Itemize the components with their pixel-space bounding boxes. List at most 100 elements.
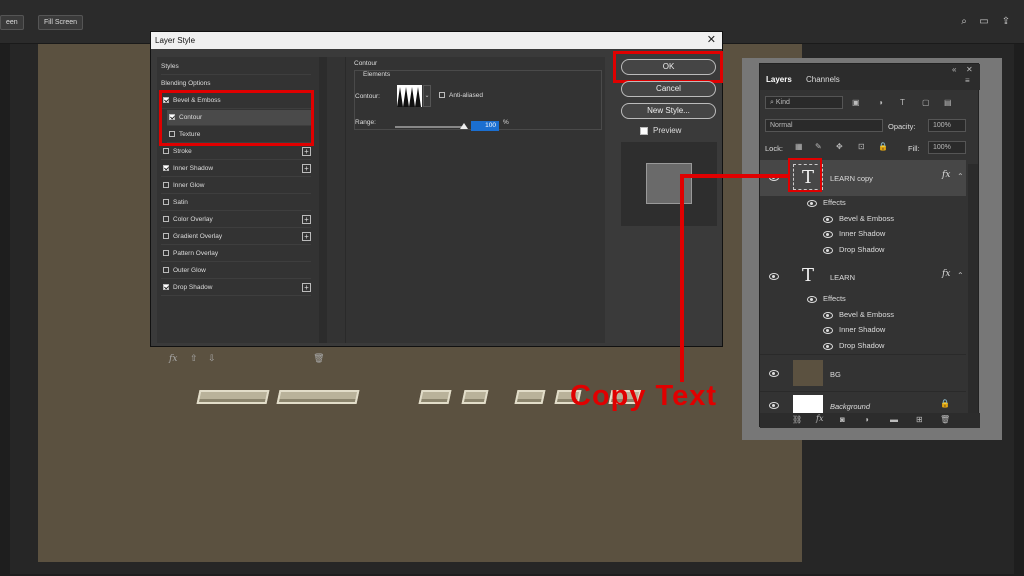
layers-scrollbar[interactable] <box>968 164 978 414</box>
fit-screen-button[interactable]: een <box>0 15 24 30</box>
fx-icon[interactable]: fx <box>942 269 950 279</box>
checkbox-checked[interactable] <box>163 165 169 171</box>
image-filter-icon[interactable]: ▣ <box>852 98 860 107</box>
trash-icon[interactable]: 🗑 <box>313 353 324 363</box>
annotation-label: Copy Text <box>570 380 718 412</box>
add-color-overlay-icon[interactable]: + <box>302 215 311 224</box>
close-icon[interactable]: ✕ <box>966 65 973 74</box>
contour-thumbnail[interactable] <box>397 85 422 107</box>
link-icon[interactable]: ⛓ <box>792 415 802 424</box>
layer-name[interactable]: Background <box>830 402 870 411</box>
effect-inner-shadow[interactable]: Inner Shadow <box>839 325 885 334</box>
effect-drop-shadow[interactable]: Drop Shadow <box>839 245 884 254</box>
chevron-down-icon[interactable]: ⌄ <box>423 85 431 107</box>
visibility-eye-icon[interactable] <box>807 200 817 207</box>
lock-pixels-icon[interactable]: ▦ <box>795 142 803 151</box>
range-slider-track[interactable] <box>395 126 465 128</box>
drop-shadow-item[interactable]: Drop Shadow + <box>161 280 311 296</box>
effect-bevel-emboss[interactable]: Bevel & Emboss <box>839 310 894 319</box>
range-slider-knob[interactable] <box>460 123 468 129</box>
visibility-eye-icon[interactable] <box>807 296 817 303</box>
pattern-overlay-item[interactable]: Pattern Overlay <box>161 246 311 262</box>
add-stroke-icon[interactable]: + <box>302 147 311 156</box>
add-drop-shadow-icon[interactable]: + <box>302 283 311 292</box>
fill-screen-button[interactable]: Fill Screen <box>38 15 84 30</box>
effect-inner-shadow[interactable]: Inner Shadow <box>839 229 885 238</box>
smart-object-filter-icon[interactable]: ▤ <box>944 98 952 107</box>
inner-shadow-item[interactable]: Inner Shadow + <box>161 161 311 177</box>
visibility-eye-icon[interactable] <box>823 343 833 350</box>
anti-aliased-checkbox[interactable] <box>439 92 445 98</box>
layer-name[interactable]: LEARN <box>830 273 855 282</box>
panel-menu-icon[interactable]: ≡ <box>965 76 970 85</box>
close-icon[interactable]: ✕ <box>707 32 716 49</box>
layer-row-bg[interactable]: BG <box>760 354 966 390</box>
visibility-eye-icon[interactable] <box>823 327 833 334</box>
visibility-eye-icon[interactable] <box>823 231 833 238</box>
preview-checkbox[interactable] <box>640 127 648 135</box>
styles-scrollbar[interactable] <box>319 57 327 343</box>
lock-brush-icon[interactable]: ✎ <box>815 142 822 151</box>
tab-channels[interactable]: Channels <box>806 75 840 84</box>
workspace-icon[interactable]: ▭ <box>978 16 990 28</box>
layer-name[interactable]: BG <box>830 370 841 379</box>
layer-row-learn[interactable]: T LEARN fx ⌃ <box>760 259 966 295</box>
move-up-icon[interactable]: ⇧ <box>190 353 198 363</box>
effect-bevel-emboss[interactable]: Bevel & Emboss <box>839 214 894 223</box>
checkbox-unchecked[interactable] <box>163 267 169 273</box>
move-down-icon[interactable]: ⇩ <box>208 353 216 363</box>
kind-filter-select[interactable]: ⌕ Kind <box>765 96 843 109</box>
lock-position-icon[interactable]: ✥ <box>836 142 843 151</box>
inner-glow-item[interactable]: Inner Glow <box>161 178 311 194</box>
checkbox-unchecked[interactable] <box>163 216 169 222</box>
cancel-button[interactable]: Cancel <box>621 81 716 97</box>
fx-menu-icon[interactable]: fx <box>169 354 177 364</box>
add-inner-shadow-icon[interactable]: + <box>302 164 311 173</box>
fill-input[interactable]: 100% <box>928 141 966 154</box>
opacity-input[interactable]: 100% <box>928 119 966 132</box>
artboard-icon[interactable]: ⊡ <box>858 142 865 151</box>
shape-filter-icon[interactable]: ▢ <box>922 98 930 107</box>
stroke-item[interactable]: Stroke + <box>161 144 311 160</box>
mask-icon[interactable]: ◙ <box>840 415 845 424</box>
add-gradient-overlay-icon[interactable]: + <box>302 232 311 241</box>
checkbox-unchecked[interactable] <box>163 148 169 154</box>
visibility-eye-icon[interactable] <box>769 273 779 280</box>
layer-name[interactable]: LEARN copy <box>830 174 873 183</box>
outer-glow-item[interactable]: Outer Glow <box>161 263 311 279</box>
visibility-eye-icon[interactable] <box>823 312 833 319</box>
trash-icon[interactable]: 🗑 <box>940 415 950 424</box>
chevron-up-icon[interactable]: ⌃ <box>957 172 964 181</box>
effect-drop-shadow[interactable]: Drop Shadow <box>839 341 884 350</box>
checkbox-unchecked[interactable] <box>163 182 169 188</box>
adjustment-filter-icon[interactable]: ◑ <box>878 98 883 107</box>
tab-layers[interactable]: Layers <box>766 75 792 84</box>
color-overlay-item[interactable]: Color Overlay + <box>161 212 311 228</box>
blend-mode-select[interactable]: Normal <box>765 119 883 132</box>
share-icon[interactable]: ⇪ <box>1000 16 1012 28</box>
visibility-eye-icon[interactable] <box>769 370 779 377</box>
satin-item[interactable]: Satin <box>161 195 311 211</box>
layer-row-background[interactable]: Background 🔒 <box>760 391 966 413</box>
type-filter-icon[interactable]: T <box>900 98 905 107</box>
gradient-overlay-item[interactable]: Gradient Overlay + <box>161 229 311 245</box>
chevron-up-icon[interactable]: ⌃ <box>957 271 964 280</box>
new-style-button[interactable]: New Style... <box>621 103 716 119</box>
checkbox-unchecked[interactable] <box>163 233 169 239</box>
fx-icon[interactable]: fx <box>942 170 950 180</box>
search-icon[interactable]: ⌕ <box>958 16 970 28</box>
visibility-eye-icon[interactable] <box>769 402 779 409</box>
checkbox-unchecked[interactable] <box>163 250 169 256</box>
lock-icon[interactable]: 🔒 <box>878 142 888 151</box>
adjustment-icon[interactable]: ◑ <box>864 415 869 424</box>
folder-icon[interactable]: ▬ <box>890 415 898 424</box>
styles-header[interactable]: Styles <box>161 59 311 75</box>
range-input[interactable]: 100 <box>471 121 499 131</box>
collapse-icon[interactable]: « <box>952 65 956 74</box>
visibility-eye-icon[interactable] <box>823 216 833 223</box>
fx-icon[interactable]: fx <box>816 414 823 423</box>
new-layer-icon[interactable]: ⊞ <box>916 415 923 424</box>
visibility-eye-icon[interactable] <box>823 247 833 254</box>
checkbox-checked[interactable] <box>163 284 169 290</box>
checkbox-unchecked[interactable] <box>163 199 169 205</box>
